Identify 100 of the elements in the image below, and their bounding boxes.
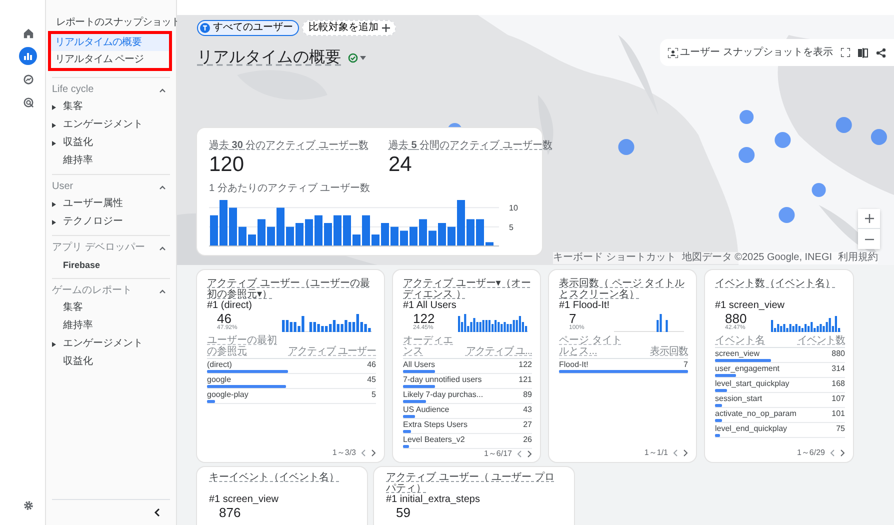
nav-item[interactable]: 集客 bbox=[63, 98, 83, 116]
row-label: level_end_quickplay bbox=[715, 424, 788, 433]
caret-icon[interactable] bbox=[52, 220, 56, 224]
snapshot-button[interactable]: ユーザー スナップショットを表示 bbox=[668, 45, 833, 60]
row-value: 89 bbox=[523, 390, 532, 399]
person-scan-icon bbox=[668, 48, 678, 58]
row-value: 121 bbox=[518, 375, 532, 384]
row-value: 107 bbox=[832, 394, 845, 403]
next-page-button[interactable] bbox=[371, 449, 376, 457]
card-title: イベント数（イベント名） bbox=[715, 278, 836, 291]
share-icon[interactable] bbox=[876, 48, 886, 58]
caret-icon[interactable] bbox=[52, 342, 56, 346]
nav-item[interactable]: 集客 bbox=[63, 299, 83, 317]
metric-value: 24 bbox=[388, 153, 413, 177]
metric-label: 過去 5 分間のアクティブ ユーザー数 bbox=[388, 138, 552, 153]
row-label: google bbox=[207, 375, 232, 384]
pagination-label: 1～6/29 bbox=[796, 448, 825, 458]
fullscreen-icon[interactable] bbox=[841, 48, 850, 57]
top-item-label: #1 screen_view bbox=[715, 300, 786, 312]
row-label: US Audience bbox=[403, 405, 450, 414]
column-header[interactable]: イベント名 bbox=[715, 335, 765, 346]
nav-item[interactable]: 収益化 bbox=[63, 134, 93, 152]
compare-button[interactable]: 比較対象を追加 bbox=[302, 20, 396, 36]
top-item-label: #1 (direct) bbox=[207, 300, 254, 312]
zoom-in-button[interactable] bbox=[858, 209, 880, 229]
plus-icon bbox=[864, 214, 874, 223]
metric-value: 122 bbox=[413, 312, 435, 325]
metric-value: 876 bbox=[219, 506, 241, 519]
row-value: 101 bbox=[832, 409, 845, 418]
section-heading: User bbox=[52, 180, 74, 194]
column-header[interactable]: オーディエンス bbox=[403, 335, 462, 357]
pagination-label: 1～6/17 bbox=[484, 449, 512, 459]
column-header[interactable]: 表示回数 bbox=[650, 346, 688, 357]
sparkline bbox=[614, 312, 684, 332]
bar-chart-icon[interactable] bbox=[19, 47, 37, 65]
column-header[interactable]: アクティブ ユ... bbox=[466, 346, 532, 357]
row-label: Likely 7-day purchas... bbox=[403, 390, 484, 399]
chart-title: 1 分あたりのアクティブ ユーザー数 bbox=[209, 182, 372, 196]
axis-tick-label: 10 bbox=[509, 204, 518, 213]
column-header[interactable]: ユーザーの最初の参照元 bbox=[207, 335, 284, 357]
zoom-out-button[interactable] bbox=[858, 229, 880, 249]
nav-item[interactable]: テクノロジー bbox=[63, 213, 123, 231]
next-page-button[interactable] bbox=[840, 449, 845, 457]
pagination-label: 1～3/3 bbox=[332, 448, 356, 458]
column-header[interactable]: イベント数 bbox=[798, 335, 845, 346]
next-page-button[interactable] bbox=[683, 449, 688, 457]
nav-item[interactable]: エンゲージメント bbox=[63, 335, 143, 353]
row-value: 46 bbox=[367, 360, 376, 369]
card-title: 表示回数（ ページ タイトルとスクリーン名） bbox=[559, 278, 686, 300]
section-heading: Life cycle bbox=[52, 83, 94, 97]
chevron-icon[interactable] bbox=[159, 88, 166, 92]
column-header[interactable]: ページ タイトルとス... bbox=[559, 335, 624, 357]
map-link[interactable]: 利用規約 bbox=[838, 252, 878, 264]
caret-icon[interactable] bbox=[52, 202, 56, 206]
row-value: 26 bbox=[523, 435, 532, 444]
metric-label: 過去 30 分のアクティブ ユーザー数 bbox=[209, 138, 368, 153]
nav-item[interactable]: ユーザー属性 bbox=[63, 195, 123, 213]
previous-page-button[interactable] bbox=[673, 449, 678, 457]
collapse-icon[interactable] bbox=[154, 508, 160, 517]
card-title: アクティブ ユーザー（ ユーザー プロパティ） bbox=[386, 472, 556, 494]
section-heading: ゲームのレポート bbox=[52, 284, 132, 298]
previous-page-button[interactable] bbox=[361, 449, 366, 457]
card-title: アクティブ ユーザー（ユーザーの最初の参照元▾） bbox=[207, 278, 371, 300]
row-value: 45 bbox=[367, 375, 376, 384]
row-label: 7-day unnotified users bbox=[403, 375, 482, 384]
chevron-icon[interactable] bbox=[159, 184, 166, 190]
row-value: 168 bbox=[832, 379, 845, 388]
column-header[interactable]: アクティブ ユーザー bbox=[288, 346, 376, 357]
nav-item[interactable]: 収益化 bbox=[63, 353, 93, 371]
nav-item[interactable]: リアルタイムの概要 bbox=[51, 34, 169, 51]
segment-chip[interactable]: すべてのユーザー bbox=[197, 20, 299, 36]
segment-icon bbox=[200, 23, 210, 33]
row-label: All Users bbox=[403, 360, 436, 369]
compare-icon[interactable] bbox=[858, 48, 868, 58]
nav-item[interactable]: 維持率 bbox=[63, 317, 93, 335]
sparkline bbox=[458, 312, 528, 332]
next-page-button[interactable] bbox=[527, 450, 532, 458]
row-label: user_engagement bbox=[715, 364, 780, 373]
map-attribution: 地図データ ©2025 Google, INEGI bbox=[682, 252, 832, 264]
chevron-icon[interactable] bbox=[159, 246, 166, 250]
caret-icon[interactable] bbox=[52, 104, 56, 110]
nav-item[interactable]: リアルタイム ページ bbox=[51, 51, 169, 68]
metric-value: 59 bbox=[396, 506, 410, 519]
nav-item[interactable]: 維持率 bbox=[63, 152, 93, 170]
caret-icon[interactable] bbox=[52, 140, 56, 146]
map-link[interactable]: キーボード ショートカット bbox=[553, 252, 676, 264]
row-label: (direct) bbox=[207, 360, 232, 369]
caret-icon[interactable] bbox=[52, 122, 56, 128]
previous-page-button[interactable] bbox=[517, 450, 522, 458]
row-label: Level Beaters_v2 bbox=[403, 435, 465, 444]
row-label: level_start_quickplay bbox=[715, 379, 790, 388]
row-value: 43 bbox=[523, 405, 532, 414]
nav-item[interactable]: Firebase bbox=[63, 256, 100, 274]
nav-item[interactable]: エンゲージメント bbox=[63, 116, 143, 134]
caret-icon[interactable] bbox=[360, 56, 366, 60]
previous-page-button[interactable] bbox=[830, 449, 835, 457]
plus-icon bbox=[382, 24, 390, 32]
metric-value: 46 bbox=[217, 312, 232, 325]
metric-value: 880 bbox=[725, 312, 747, 325]
chevron-icon[interactable] bbox=[159, 288, 166, 294]
